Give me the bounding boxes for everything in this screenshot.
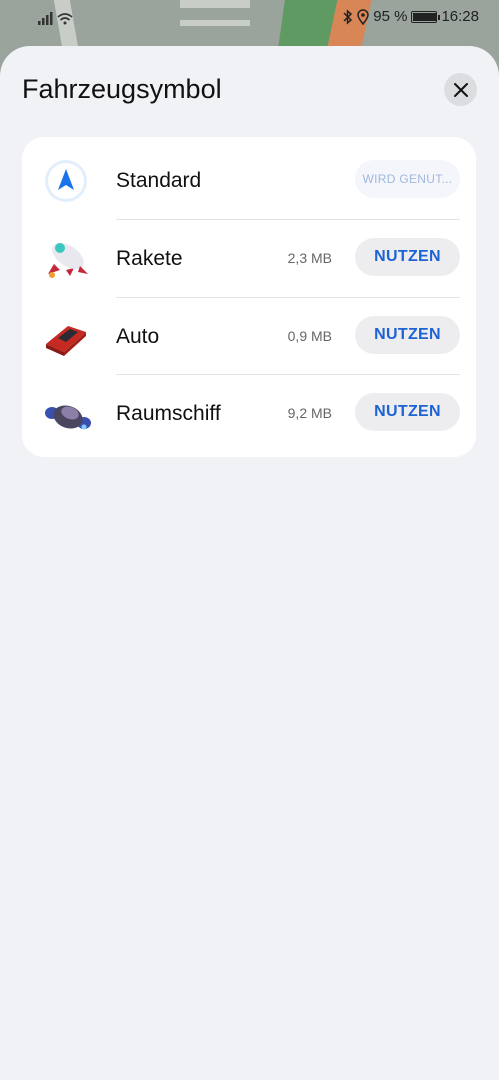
car-icon: [46, 326, 86, 356]
use-button[interactable]: NUTZEN: [355, 393, 460, 431]
close-icon: [453, 82, 468, 97]
vehicle-list: Standard WIRD GENUT... Rakete 2,3 MB NUT…: [22, 137, 476, 457]
clock: 16:28: [441, 8, 479, 25]
list-item-raumschiff[interactable]: Raumschiff 9,2 MB NUTZEN: [22, 375, 476, 452]
vehicle-icon-sheet: Fahrzeugsymbol Standard WIRD GENUT... Ra…: [0, 46, 499, 1080]
navigation-arrow-icon: [45, 160, 87, 202]
page-title: Fahrzeugsymbol: [22, 74, 222, 104]
list-item-standard[interactable]: Standard WIRD GENUT...: [22, 142, 476, 219]
vehicle-size: 0,9 MB: [287, 328, 332, 344]
in-use-button[interactable]: WIRD GENUT...: [355, 160, 460, 198]
rocket-icon: [48, 242, 88, 278]
signal-wifi-icon: [38, 12, 73, 25]
vehicle-name: Auto: [116, 325, 160, 348]
list-item-auto[interactable]: Auto 0,9 MB NUTZEN: [22, 298, 476, 375]
location-icon: [357, 8, 370, 25]
battery-icon: [411, 10, 441, 23]
vehicle-name: Standard: [116, 169, 202, 192]
use-button[interactable]: NUTZEN: [355, 238, 460, 276]
use-button[interactable]: NUTZEN: [355, 316, 460, 354]
bluetooth-icon: [343, 8, 353, 25]
vehicle-name: Rakete: [116, 247, 183, 270]
close-button[interactable]: [444, 73, 477, 106]
status-bar: 95 % 16:28: [0, 0, 499, 36]
spaceship-icon: [45, 405, 91, 430]
list-item-rakete[interactable]: Rakete 2,3 MB NUTZEN: [22, 220, 476, 297]
battery-percent: 95 %: [373, 8, 408, 25]
vehicle-size: 9,2 MB: [287, 405, 332, 421]
vehicle-name: Raumschiff: [116, 402, 221, 425]
vehicle-size: 2,3 MB: [287, 250, 332, 266]
